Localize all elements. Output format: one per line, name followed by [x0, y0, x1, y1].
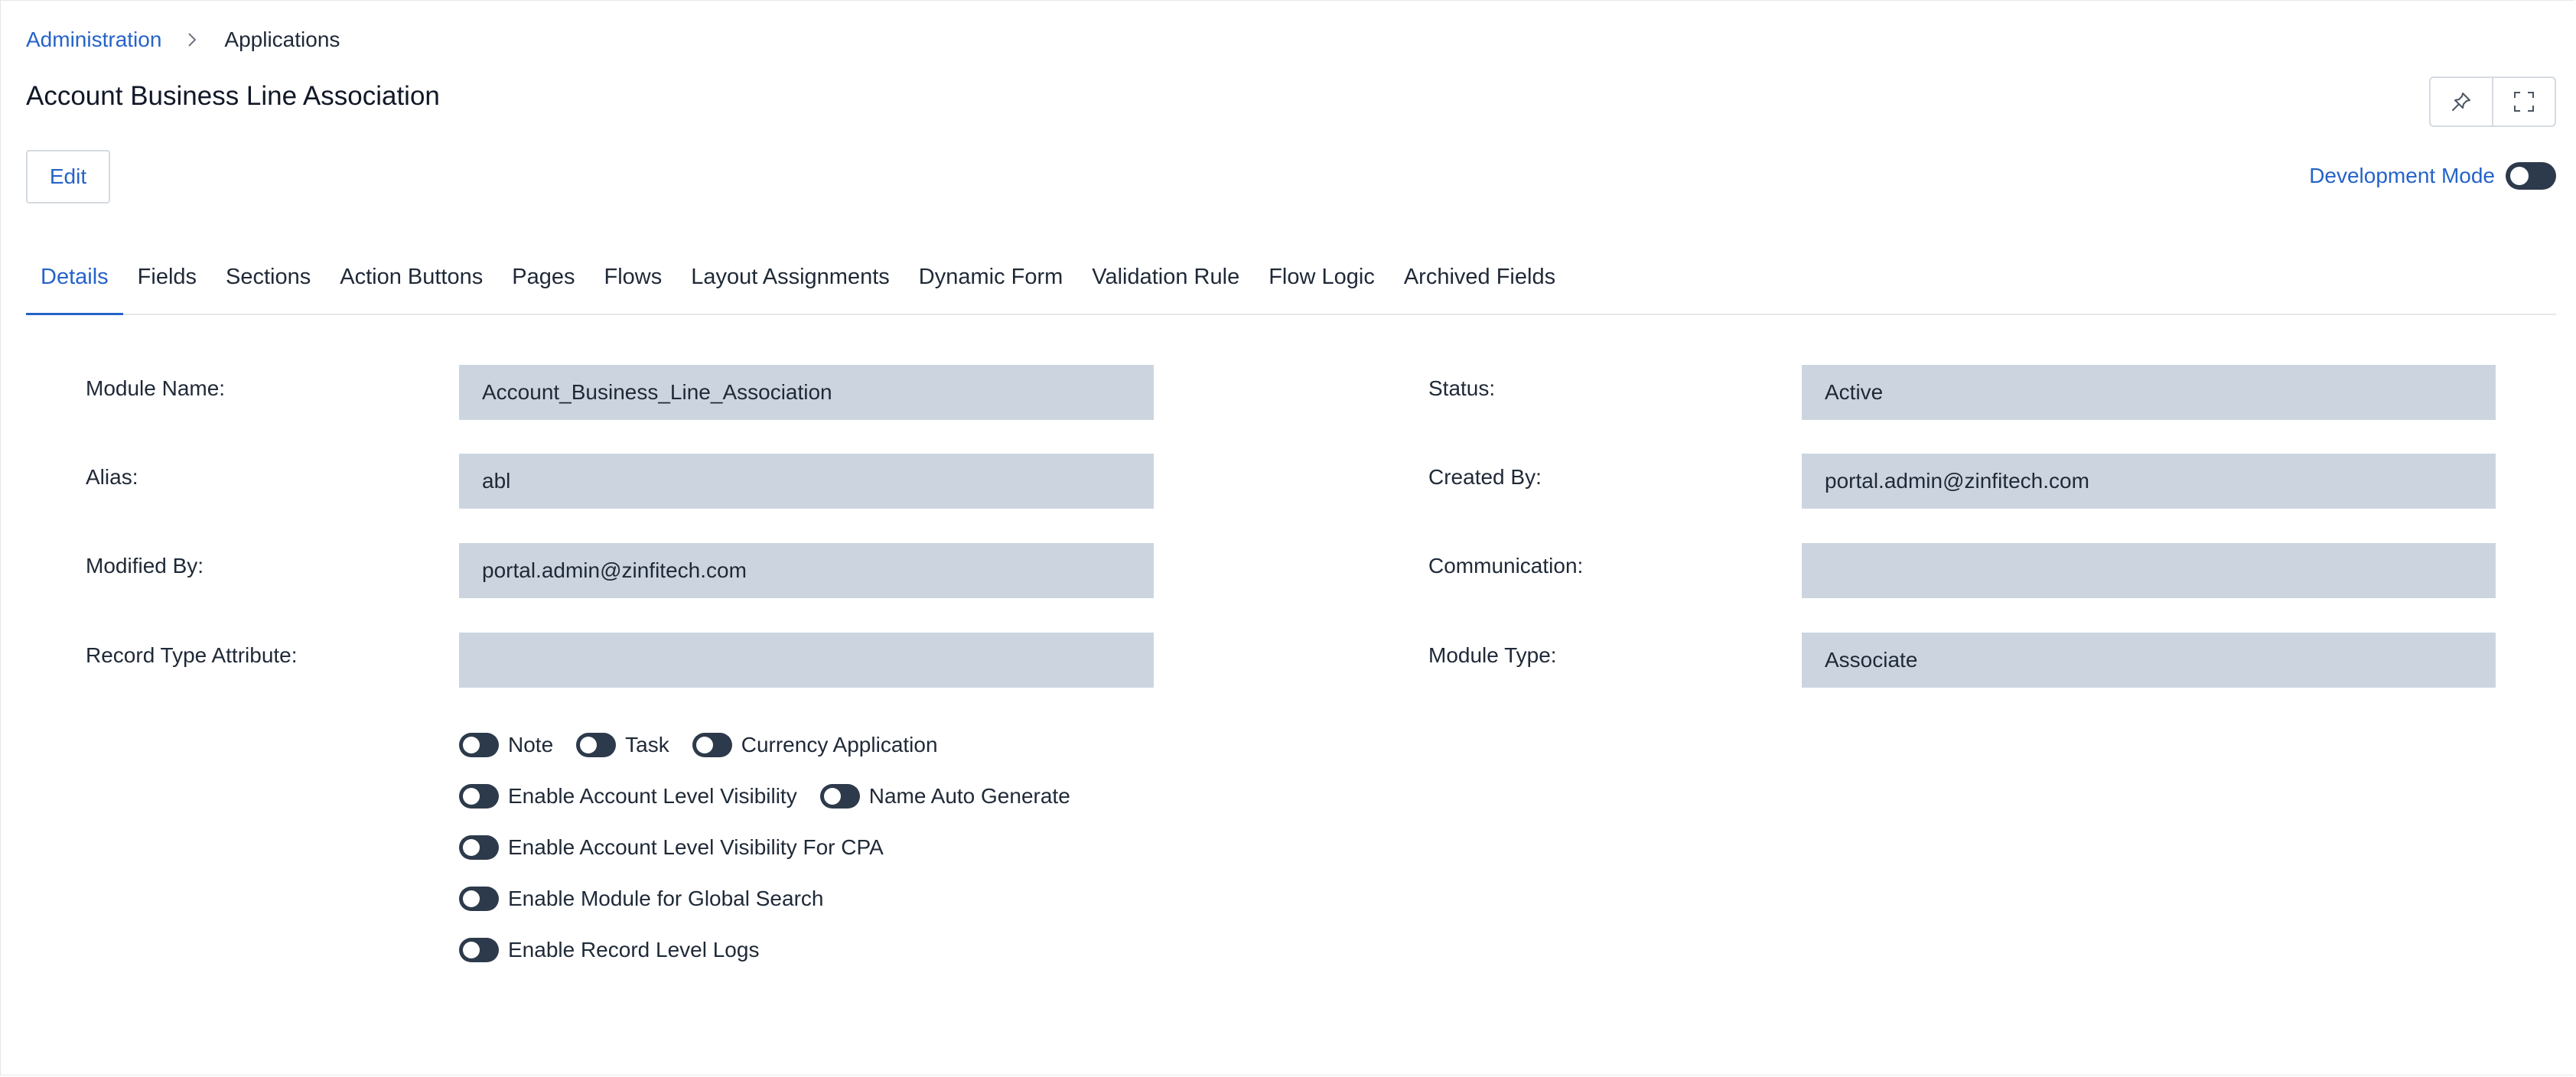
- tab-flow-logic[interactable]: Flow Logic: [1254, 249, 1389, 314]
- account-level-visibility-cpa-toggle[interactable]: [459, 835, 499, 860]
- name-auto-generate-option: Name Auto Generate: [819, 783, 1070, 809]
- communication-label: Communication:: [1428, 554, 1584, 578]
- modified-by-label: Modified By:: [86, 554, 204, 578]
- account-level-visibility-option: Enable Account Level Visibility: [459, 783, 797, 809]
- module-type-field: Associate: [1802, 633, 2496, 688]
- breadcrumb: Administration Applications: [26, 26, 340, 54]
- account-level-visibility-cpa-option: Enable Account Level Visibility For CPA: [459, 835, 884, 860]
- edit-button[interactable]: Edit: [26, 150, 110, 203]
- status-field: Active: [1802, 365, 2496, 420]
- toggle-row: Enable Account Level Visibility For CPA: [459, 822, 1093, 873]
- page-title: Account Business Line Association: [26, 81, 440, 111]
- module-type-label: Module Type:: [1428, 643, 1557, 667]
- communication-field: [1802, 543, 2496, 598]
- pin-button[interactable]: [2431, 78, 2492, 125]
- toggle-row: Enable Account Level Visibility Name Aut…: [459, 770, 1093, 822]
- alias-label: Alias:: [86, 465, 138, 489]
- tab-bar: Details Fields Sections Action Buttons P…: [26, 249, 2556, 315]
- tab-validation-rule[interactable]: Validation Rule: [1077, 249, 1254, 314]
- note-toggle-label: Note: [508, 732, 554, 757]
- status-label: Status:: [1428, 376, 1496, 400]
- module-name-label: Module Name:: [86, 376, 226, 400]
- tab-fields[interactable]: Fields: [123, 249, 211, 314]
- account-level-visibility-cpa-toggle-label: Enable Account Level Visibility For CPA: [508, 835, 884, 859]
- currency-application-toggle-label: Currency Application: [741, 732, 938, 757]
- account-level-visibility-toggle-label: Enable Account Level Visibility: [508, 783, 797, 808]
- development-mode-label: Development Mode: [2309, 164, 2495, 187]
- task-toggle[interactable]: [576, 732, 617, 757]
- tab-archived-fields[interactable]: Archived Fields: [1389, 249, 1570, 314]
- breadcrumb-current: Applications: [224, 28, 340, 51]
- record-level-logs-toggle-label: Enable Record Level Logs: [508, 937, 760, 961]
- name-auto-generate-toggle-label: Name Auto Generate: [868, 783, 1070, 808]
- note-toggle[interactable]: [459, 732, 499, 757]
- name-auto-generate-toggle[interactable]: [819, 783, 860, 809]
- toggle-row: Enable Module for Global Search: [459, 873, 1093, 924]
- alias-field: abl: [459, 454, 1154, 509]
- created-by-field: portal.admin@zinfitech.com: [1802, 454, 2496, 509]
- breadcrumb-administration-link[interactable]: Administration: [26, 28, 161, 52]
- page-frame: [0, 0, 2574, 1075]
- account-level-visibility-toggle[interactable]: [459, 783, 499, 809]
- tab-dynamic-form[interactable]: Dynamic Form: [904, 249, 1078, 314]
- note-option: Note: [459, 732, 554, 757]
- global-search-toggle[interactable]: [459, 886, 499, 911]
- toggle-row: Note Task Currency Application: [459, 719, 1093, 770]
- tab-pages[interactable]: Pages: [497, 249, 589, 314]
- task-toggle-label: Task: [625, 732, 669, 757]
- pin-icon: [2452, 93, 2470, 111]
- record-level-logs-toggle[interactable]: [459, 937, 499, 962]
- tab-details[interactable]: Details: [26, 249, 123, 315]
- fullscreen-icon: [2514, 92, 2534, 112]
- tab-layout-assignments[interactable]: Layout Assignments: [676, 249, 904, 314]
- global-search-option: Enable Module for Global Search: [459, 886, 824, 911]
- fullscreen-button[interactable]: [2492, 78, 2555, 125]
- tab-sections[interactable]: Sections: [211, 249, 325, 314]
- created-by-label: Created By:: [1428, 465, 1542, 489]
- task-option: Task: [576, 732, 669, 757]
- modified-by-field: portal.admin@zinfitech.com: [459, 543, 1154, 598]
- currency-application-toggle[interactable]: [692, 732, 732, 757]
- record-type-attribute-field: [459, 633, 1154, 688]
- tab-action-buttons[interactable]: Action Buttons: [325, 249, 497, 314]
- development-mode-toggle[interactable]: [2506, 162, 2556, 190]
- feature-toggles: Note Task Currency Application Enable Ac…: [459, 719, 1093, 975]
- currency-application-option: Currency Application: [692, 732, 938, 757]
- record-level-logs-option: Enable Record Level Logs: [459, 937, 760, 962]
- development-mode: Development Mode: [2309, 162, 2556, 190]
- record-type-attribute-label: Record Type Attribute:: [86, 643, 298, 667]
- global-search-toggle-label: Enable Module for Global Search: [508, 886, 824, 910]
- tab-flows[interactable]: Flows: [589, 249, 676, 314]
- toggle-row: Enable Record Level Logs: [459, 924, 1093, 975]
- header-button-group: [2429, 76, 2556, 127]
- module-name-field: Account_Business_Line_Association: [459, 365, 1154, 420]
- chevron-right-icon: [188, 33, 197, 47]
